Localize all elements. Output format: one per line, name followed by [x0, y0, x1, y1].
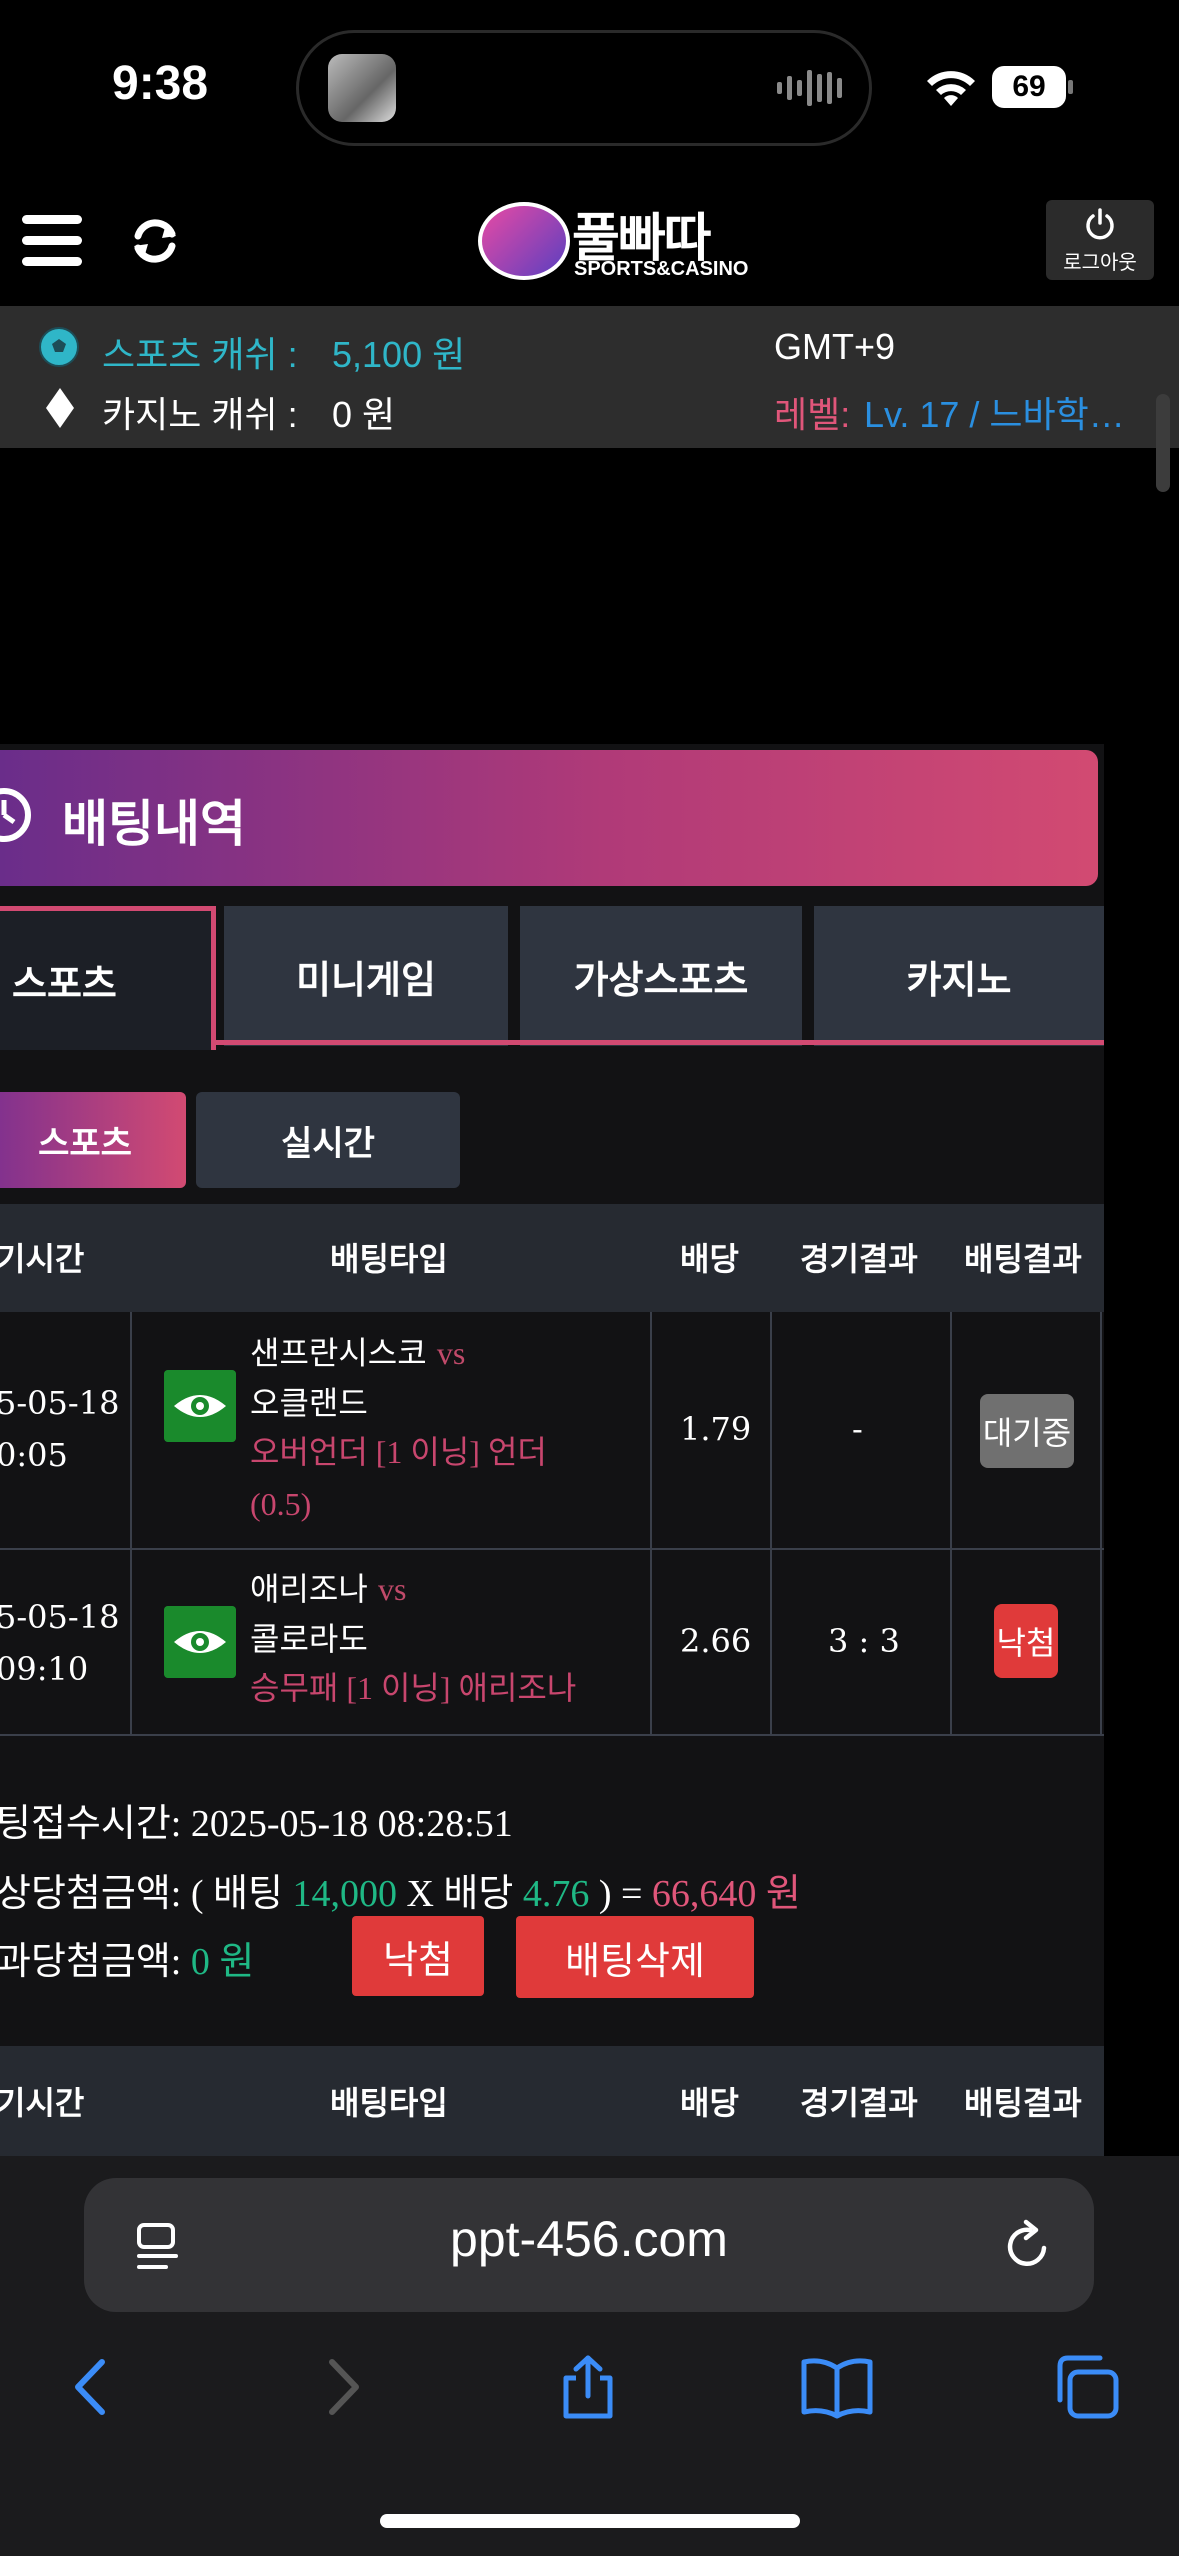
bet-type-line1: 승무패 [1 이닝] 애리조나 — [250, 1670, 577, 1706]
vs-label: vs — [436, 1335, 466, 1371]
logo-mark[interactable] — [478, 202, 570, 280]
column-header-time: 기시간 — [0, 2084, 85, 2122]
level-value[interactable]: Lv. 17 / 느바학… — [864, 386, 1144, 438]
share-icon[interactable] — [556, 2354, 620, 2420]
battery-tip — [1068, 80, 1073, 94]
bet-time: 팅접수시간: 2025-05-18 08:28:51 — [0, 1792, 513, 1847]
logout-button[interactable]: 로그아웃 — [1046, 200, 1154, 280]
status-badge-lost: 낙첨 — [994, 1604, 1058, 1678]
away-team: 오클랜드 — [250, 1384, 368, 1422]
eye-icon[interactable] — [164, 1606, 236, 1678]
tab-virtual-sports[interactable]: 가상스포츠 — [520, 906, 802, 1046]
now-playing-thumbnail — [328, 54, 396, 122]
match-teams: 샌프란시스코 vs 오클랜드 — [250, 1328, 465, 1428]
sports-cash-value: 5,100 원 — [332, 334, 466, 375]
away-team: 콜로라도 — [250, 1620, 368, 1658]
total-odds: 4.76 — [522, 1873, 590, 1915]
tab-underline — [216, 1040, 1104, 1045]
subtab-sports[interactable]: 스포츠 — [0, 1092, 186, 1188]
actual-label: 과당첨금액: — [0, 1941, 182, 1983]
expected-label: 상당첨금액: ( 배팅 — [0, 1873, 283, 1915]
column-header-odds: 배당 — [680, 2084, 739, 2122]
column-header-game-result: 경기결과 — [800, 1240, 918, 1278]
column-header-odds: 배당 — [680, 1240, 739, 1278]
tab-sports[interactable]: 스포츠 — [0, 906, 216, 1050]
result-lost-button[interactable]: 낙첨 — [352, 1916, 484, 1996]
forward-icon[interactable] — [310, 2354, 374, 2420]
menu-icon[interactable] — [22, 215, 82, 267]
tabs-icon[interactable] — [1052, 2354, 1122, 2420]
actual-payout: 과당첨금액: 0 원 — [0, 1930, 254, 1985]
url-text[interactable]: ppt-456.com — [84, 2210, 1094, 2268]
column-header-bet-type: 배팅타입 — [330, 2084, 448, 2122]
column-header-bet-result: 배팅결과 — [964, 1240, 1082, 1278]
clock-icon — [0, 788, 31, 842]
column-header-bet-type: 배팅타입 — [330, 1240, 448, 1278]
refresh-icon[interactable] — [128, 214, 182, 268]
status-badge-pending: 대기중 — [980, 1394, 1074, 1468]
equals-label: ) = — [598, 1873, 643, 1915]
home-indicator[interactable] — [380, 2514, 800, 2528]
bet-type-line2: (0.5) — [250, 1486, 312, 1522]
bet-time-value: 2025-05-18 08:28:51 — [190, 1803, 513, 1845]
soccer-ball-icon — [39, 327, 79, 367]
diamond-icon — [46, 388, 74, 428]
battery-indicator: 69 — [992, 66, 1066, 108]
power-icon — [1086, 208, 1114, 240]
bet-time-label: 팅접수시간: — [0, 1803, 182, 1845]
row-score: - — [852, 1410, 863, 1448]
row-time: 0:05 — [0, 1436, 68, 1474]
table-header — [0, 1204, 1104, 1312]
casino-cash-value: 0 원 — [332, 394, 396, 435]
column-header-time: 기시간 — [0, 1240, 85, 1278]
stake-amount: 14,000 — [292, 1873, 397, 1915]
bookmarks-icon[interactable] — [800, 2354, 874, 2420]
back-icon[interactable] — [60, 2354, 124, 2420]
eye-icon[interactable] — [164, 1370, 236, 1442]
row-date: 5-05-18 — [0, 1384, 120, 1422]
home-team: 샌프란시스코 — [250, 1334, 427, 1372]
column-header-bet-result: 배팅결과 — [964, 2084, 1082, 2122]
home-team: 애리조나 — [250, 1570, 368, 1608]
x-odds-label: X 배당 — [406, 1873, 514, 1915]
casino-cash-label: 카지노 캐쉬 : — [102, 394, 298, 435]
bet-type-line1: 오버언더 [1 이닝] 언더 — [250, 1434, 547, 1470]
row-time: 09:10 — [0, 1650, 89, 1688]
wifi-icon — [927, 71, 975, 106]
row-score: 3 : 3 — [828, 1622, 900, 1660]
match-teams: 애리조나 vs 콜로라도 — [250, 1564, 406, 1664]
delete-bet-button[interactable]: 배팅삭제 — [516, 1916, 754, 1998]
level-label: 레벨: — [774, 394, 851, 435]
subtab-live[interactable]: 실시간 — [196, 1092, 460, 1188]
expected-amount: 66,640 원 — [651, 1873, 801, 1915]
reload-icon[interactable] — [1000, 2218, 1056, 2274]
expected-payout: 상당첨금액: ( 배팅 14,000 X 배당 4.76 ) = 66,640 … — [0, 1862, 801, 1917]
tab-casino[interactable]: 카지노 — [814, 906, 1104, 1046]
row-date: 5-05-18 — [0, 1598, 120, 1636]
actual-amount: 0 원 — [190, 1941, 255, 1983]
sports-cash-label: 스포츠 캐쉬 : — [102, 334, 298, 375]
logout-label: 로그아웃 — [1063, 250, 1137, 274]
column-header-game-result: 경기결과 — [800, 2084, 918, 2122]
audio-waveform-icon — [777, 70, 842, 106]
timezone-label: GMT+9 — [774, 326, 896, 367]
table-header — [0, 2046, 1104, 2156]
logo-subtitle: SPORTS&CASINO — [574, 258, 749, 280]
status-time: 9:38 — [112, 57, 209, 110]
vs-label: vs — [377, 1571, 407, 1607]
row-odds: 2.66 — [680, 1622, 752, 1660]
row-odds: 1.79 — [680, 1410, 752, 1448]
scrollbar[interactable] — [1156, 394, 1170, 492]
tab-minigame[interactable]: 미니게임 — [224, 906, 508, 1046]
section-title: 배팅내역 — [62, 795, 246, 853]
